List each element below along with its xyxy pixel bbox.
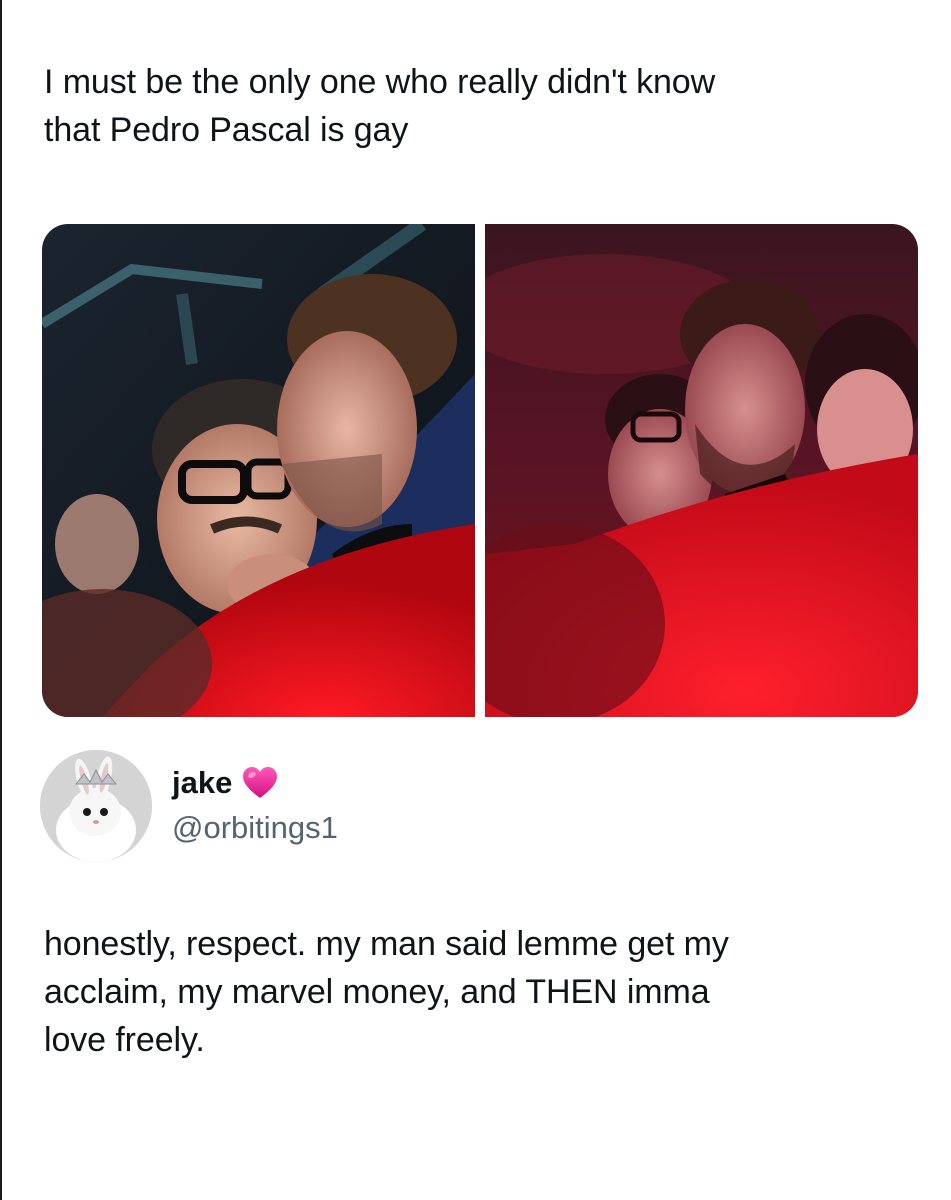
pink-heart-icon [242, 766, 278, 800]
tweet-body: honestly, respect. my man said lemme get… [44, 925, 729, 1059]
screenshot-frame: I must be the only one who really didn't… [0, 0, 951, 1200]
photo-right[interactable] [485, 224, 918, 717]
concert-photo-right [485, 224, 918, 717]
name-row: jake [172, 764, 338, 802]
avatar-image [40, 750, 152, 862]
photo-left[interactable] [42, 224, 475, 717]
concert-photo-left [42, 224, 475, 717]
display-name[interactable]: jake [172, 764, 232, 802]
bunny-avatar[interactable] [40, 750, 152, 862]
author-meta: jake @orbitings1 [172, 764, 338, 848]
media-grid[interactable] [42, 224, 918, 717]
tweet-author[interactable]: jake @orbitings1 [40, 750, 338, 862]
user-handle[interactable]: @orbitings1 [172, 808, 338, 848]
post-caption: I must be the only one who really didn't… [44, 63, 716, 149]
